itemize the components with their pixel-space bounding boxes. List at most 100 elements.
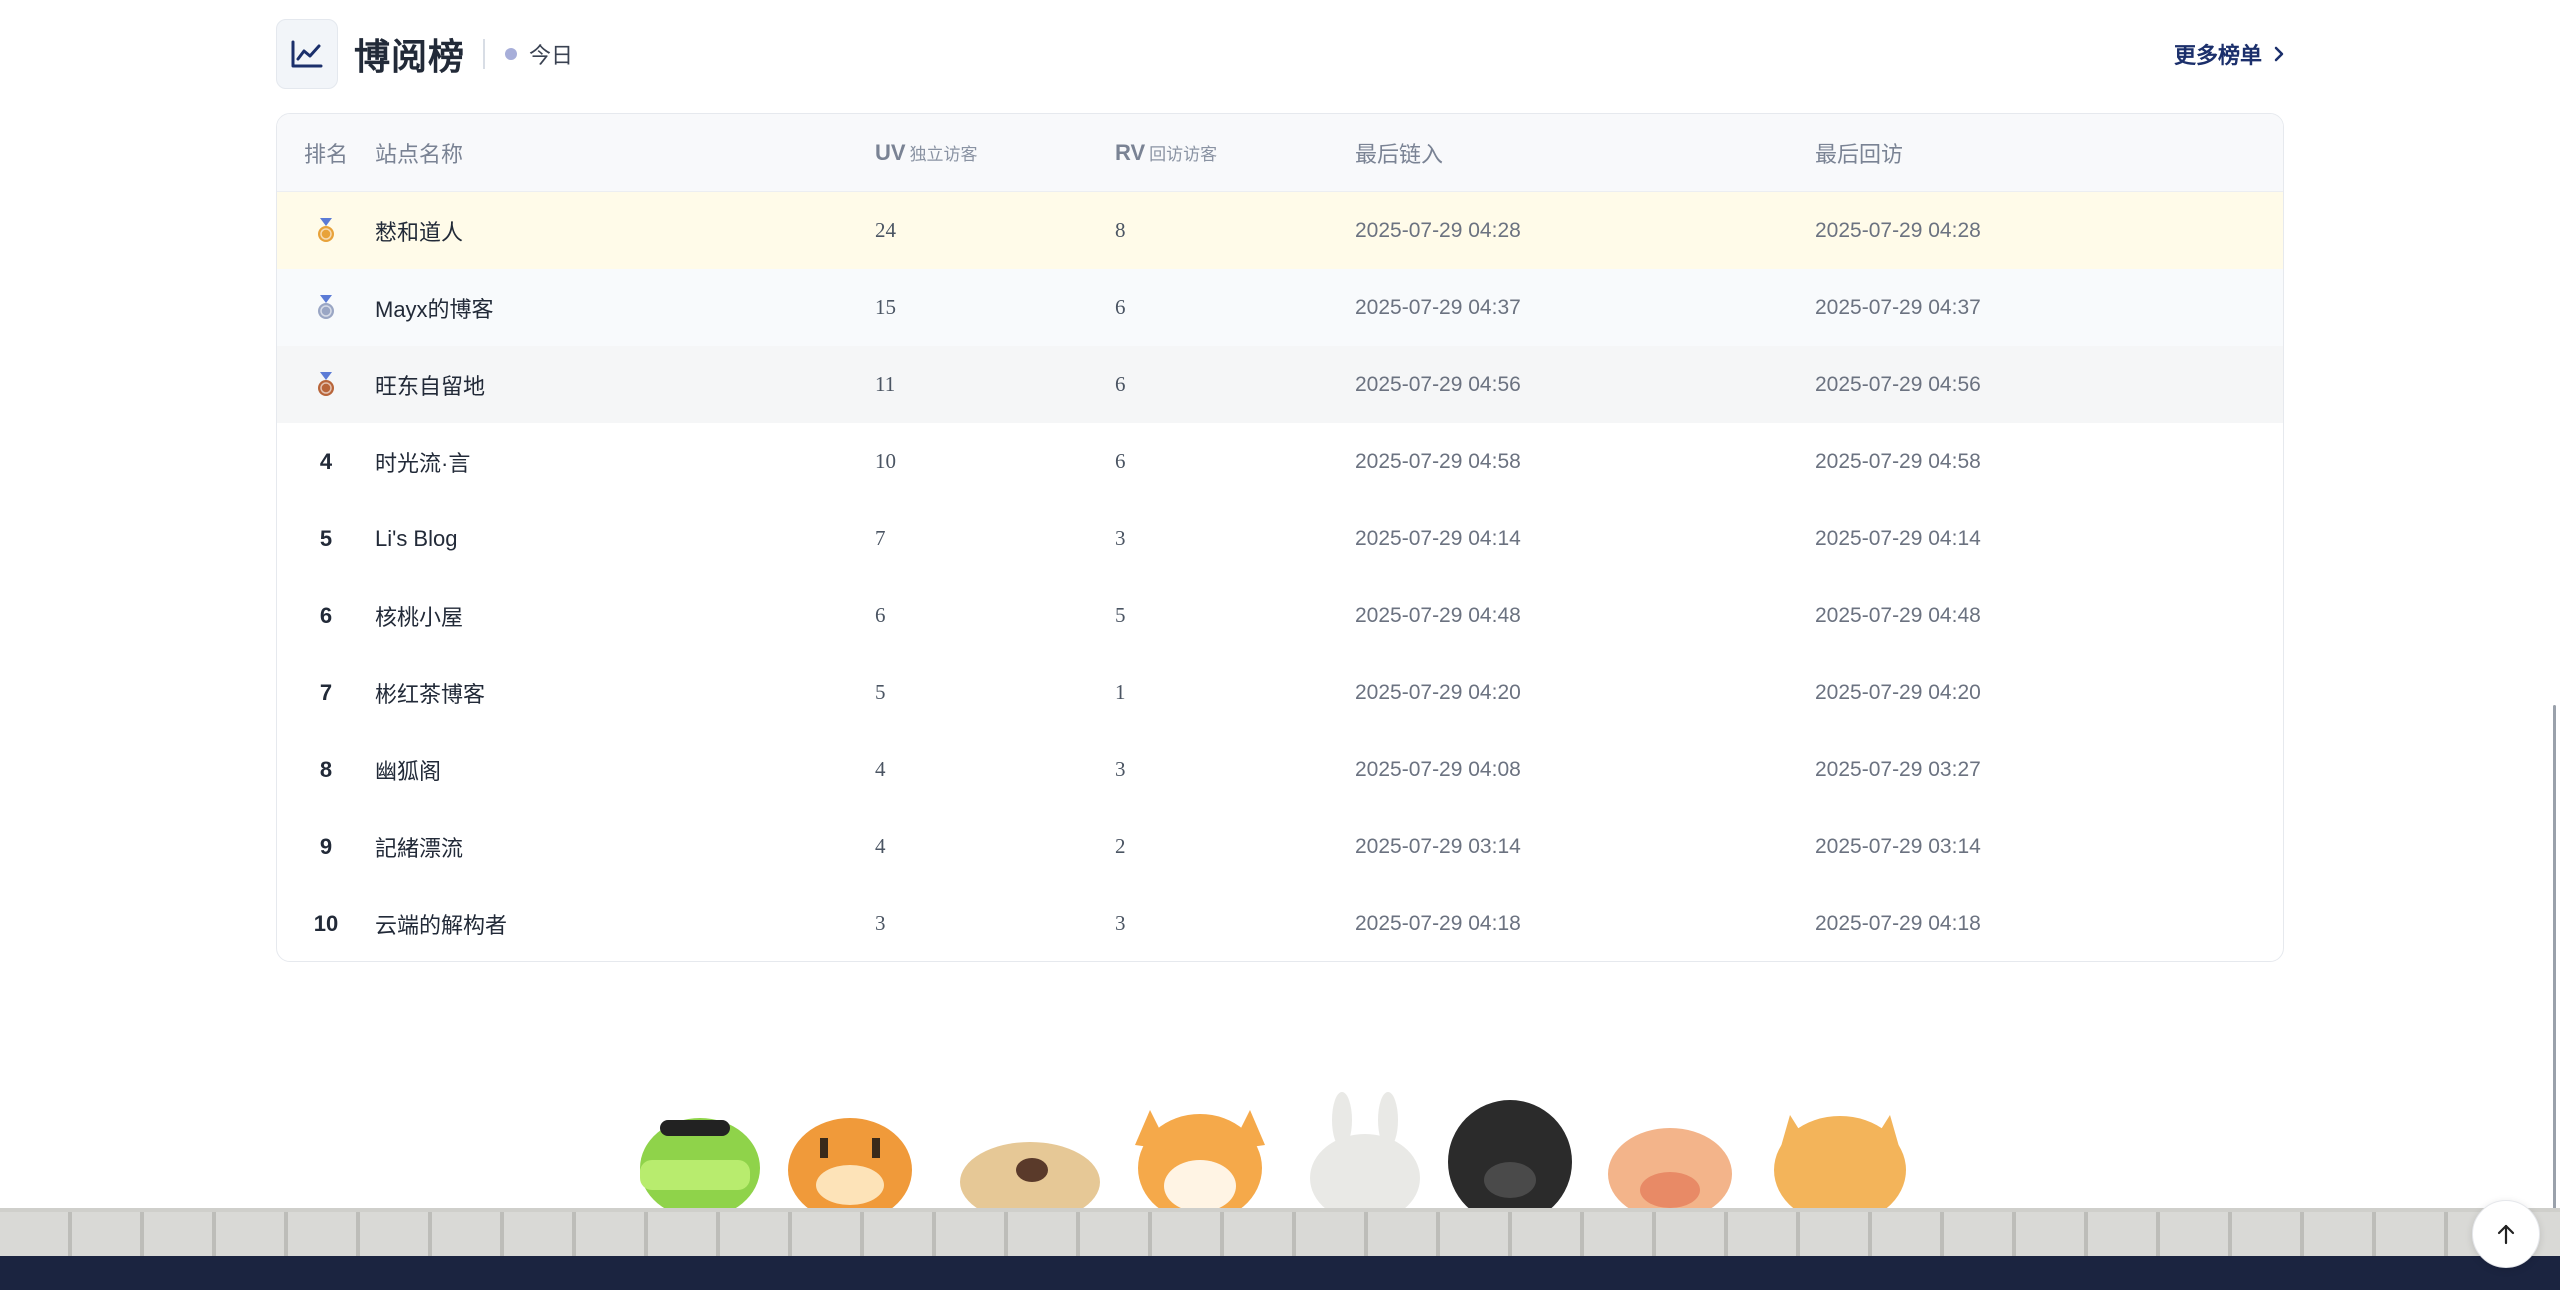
ranking-table: 排名 站点名称 UV 独立访客 RV 回访访客 最后链入 最后回访 慭和道人 24 8 2… — [276, 113, 2284, 962]
chevron-right-icon — [2274, 46, 2284, 62]
uv-value: 5 — [875, 680, 886, 704]
col-uv: UV 独立访客 — [875, 139, 978, 165]
rv-value: 3 — [1115, 757, 1126, 781]
last-in-time: 2025-07-29 03:14 — [1355, 834, 1521, 858]
table-row[interactable]: 9 記緒漂流 4 2 2025-07-29 03:14 2025-07-29 03:14 — [277, 808, 2283, 885]
leaderboard-header: 博阅榜 今日 更多榜单 — [276, 18, 2284, 90]
table-row[interactable]: 10 云端的解构者 3 3 2025-07-29 04:18 2025-07-29 04:… — [277, 885, 2283, 961]
table-row[interactable]: 旺东自留地 11 6 2025-07-29 04:56 2025-07-29 04:56 — [277, 346, 2283, 423]
col-last-in: 最后链入 — [1355, 141, 1444, 167]
uv-value: 6 — [875, 603, 886, 627]
last-in-time: 2025-07-29 04:14 — [1355, 526, 1521, 550]
last-visit-time: 2025-07-29 03:27 — [1815, 757, 1981, 781]
site-name-link[interactable]: Mayx的博客 — [375, 292, 875, 324]
uv-value: 24 — [875, 218, 896, 242]
site-name-link[interactable]: 时光流·言 — [375, 446, 875, 478]
site-name-link[interactable]: 記緒漂流 — [375, 831, 875, 863]
rank-cell: 4 — [277, 449, 375, 475]
table-row[interactable]: 5 Li's Blog 7 3 2025-07-29 04:14 2025-07-29 0… — [277, 500, 2283, 577]
uv-value: 7 — [875, 526, 886, 550]
period-label: 今日 — [529, 43, 574, 68]
uv-value: 11 — [875, 372, 896, 396]
rv-value: 6 — [1115, 449, 1126, 473]
table-row[interactable]: 6 核桃小屋 6 5 2025-07-29 04:48 2025-07-29 04:48 — [277, 577, 2283, 654]
rank-number: 8 — [319, 756, 333, 782]
last-visit-time: 2025-07-29 04:48 — [1815, 603, 1981, 627]
table-row[interactable]: 7 彬红茶博客 5 1 2025-07-29 04:20 2025-07-29 04:20 — [277, 654, 2283, 731]
back-to-top-button[interactable] — [2472, 1200, 2540, 1268]
more-rankings-label: 更多榜单 — [2173, 43, 2262, 68]
period-dot-icon — [505, 48, 518, 60]
header-divider — [483, 39, 486, 69]
last-visit-time: 2025-07-29 04:14 — [1815, 526, 1981, 550]
page-title: 博阅榜 — [354, 36, 466, 77]
last-in-time: 2025-07-29 04:20 — [1355, 680, 1521, 704]
rank-cell: 10 — [277, 911, 375, 937]
rank-cell: 7 — [277, 680, 375, 706]
rv-value: 8 — [1115, 218, 1126, 242]
footer-animals-illustration — [620, 1090, 1950, 1224]
rank-number: 6 — [319, 602, 333, 628]
rv-value: 3 — [1115, 911, 1126, 935]
col-last-visit: 最后回访 — [1815, 141, 1904, 167]
rank-number: 10 — [313, 910, 339, 936]
rank-number: 4 — [319, 448, 333, 474]
site-name-link[interactable]: Li's Blog — [375, 526, 875, 552]
gorilla-illustration — [1448, 1100, 1572, 1224]
cow-illustration — [1608, 1128, 1732, 1220]
cat-illustration — [1774, 1115, 1906, 1224]
rank-cell — [277, 217, 375, 244]
rank-number: 5 — [319, 525, 333, 551]
last-in-time: 2025-07-29 04:08 — [1355, 757, 1521, 781]
col-name: 站点名称 — [375, 141, 464, 167]
last-visit-time: 2025-07-29 04:58 — [1815, 449, 1981, 473]
medal-icon — [316, 295, 336, 321]
footer-bar — [0, 1256, 2560, 1290]
last-visit-time: 2025-07-29 04:37 — [1815, 295, 1981, 319]
rank-cell — [277, 371, 375, 398]
rabbit-illustration — [1310, 1092, 1420, 1222]
last-in-time: 2025-07-29 04:37 — [1355, 295, 1521, 319]
uv-value: 4 — [875, 757, 886, 781]
site-name-link[interactable]: 彬红茶博客 — [375, 677, 875, 709]
site-name-link[interactable]: 核桃小屋 — [375, 600, 875, 632]
chart-line-icon — [276, 19, 338, 89]
rv-value: 1 — [1115, 680, 1126, 704]
uv-value: 10 — [875, 449, 896, 473]
more-rankings-link[interactable]: 更多榜单 — [2174, 38, 2284, 70]
medal-icon — [316, 372, 336, 398]
table-row[interactable]: 8 幽狐阁 4 3 2025-07-29 04:08 2025-07-29 03:27 — [277, 731, 2283, 808]
table-row[interactable]: Mayx的博客 15 6 2025-07-29 04:37 2025-07-29 04:… — [277, 269, 2283, 346]
arrow-up-icon — [2497, 1224, 2515, 1245]
table-row[interactable]: 慭和道人 24 8 2025-07-29 04:28 2025-07-29 04:28 — [277, 192, 2283, 269]
rank-cell: 9 — [277, 834, 375, 860]
table-header: 排名 站点名称 UV 独立访客 RV 回访访客 最后链入 最后回访 — [277, 114, 2283, 192]
last-in-time: 2025-07-29 04:58 — [1355, 449, 1521, 473]
rank-number: 9 — [319, 833, 333, 859]
table-body: 慭和道人 24 8 2025-07-29 04:28 2025-07-29 04:28 M… — [277, 192, 2283, 961]
last-visit-time: 2025-07-29 04:20 — [1815, 680, 1981, 704]
site-name-link[interactable]: 云端的解构者 — [375, 908, 875, 940]
last-visit-time: 2025-07-29 04:56 — [1815, 372, 1981, 396]
uv-value: 15 — [875, 295, 896, 319]
page-scrollbar[interactable] — [2553, 705, 2556, 1290]
table-row[interactable]: 4 时光流·言 10 6 2025-07-29 04:58 2025-07-29 04:5… — [277, 423, 2283, 500]
period-badge: 今日 — [505, 38, 573, 70]
crocodile-illustration — [640, 1118, 760, 1218]
rv-value: 6 — [1115, 372, 1126, 396]
site-name-link[interactable]: 慭和道人 — [375, 215, 875, 247]
uv-value: 4 — [875, 834, 886, 858]
medal-icon — [316, 218, 336, 244]
last-visit-time: 2025-07-29 04:18 — [1815, 911, 1981, 935]
col-rv: RV 回访访客 — [1115, 139, 1218, 165]
last-in-time: 2025-07-29 04:56 — [1355, 372, 1521, 396]
rank-cell: 8 — [277, 757, 375, 783]
stone-wall — [0, 1208, 2560, 1256]
rv-value: 5 — [1115, 603, 1126, 627]
site-name-link[interactable]: 幽狐阁 — [375, 754, 875, 786]
site-name-link[interactable]: 旺东自留地 — [375, 369, 875, 401]
last-in-time: 2025-07-29 04:48 — [1355, 603, 1521, 627]
rank-number: 7 — [319, 679, 333, 705]
last-visit-time: 2025-07-29 04:28 — [1815, 218, 1981, 242]
rv-value: 2 — [1115, 834, 1126, 858]
